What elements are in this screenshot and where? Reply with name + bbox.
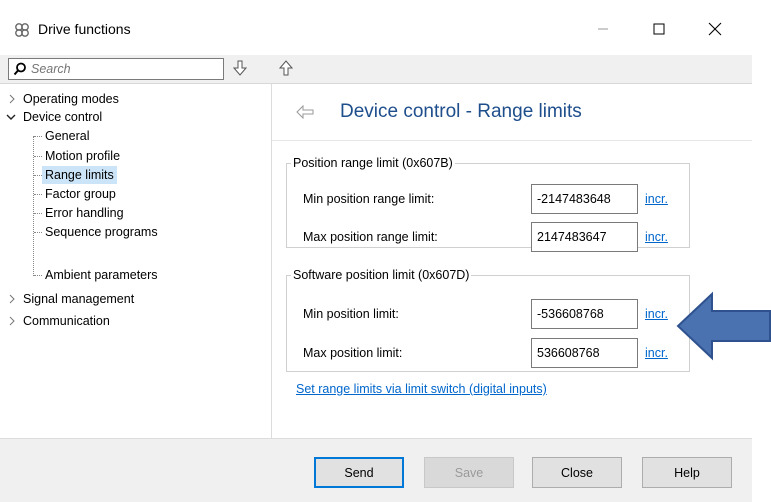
tree-item-label: Range limits — [42, 166, 117, 184]
close-button[interactable]: Close — [532, 457, 622, 488]
navigate-down-button[interactable] — [230, 59, 250, 79]
limit-switch-link[interactable]: Set range limits via limit switch (digit… — [296, 382, 547, 396]
tree-item-label: General — [45, 129, 90, 143]
tree-connector-line — [33, 136, 34, 276]
tree-item-label: Error handling — [45, 206, 124, 220]
min-position-limit-label: Min position limit: — [303, 307, 399, 321]
chevron-down-icon — [6, 108, 16, 131]
tree-item-label: Device control — [23, 110, 103, 124]
search-icon — [13, 62, 27, 79]
back-arrow-icon[interactable] — [296, 104, 314, 122]
page-title: Device control - Range limits — [340, 101, 582, 122]
arrow-down-icon — [232, 60, 248, 79]
chevron-right-icon — [8, 312, 18, 335]
position-range-limit-group: Position range limit (0x607B) Min positi… — [286, 156, 690, 252]
tree-connector — [34, 136, 42, 137]
maximize-icon — [653, 23, 665, 38]
drive-functions-window: Drive functions Search Operating modes D… — [0, 0, 752, 502]
help-button[interactable]: Help — [642, 457, 732, 488]
tree-connector — [34, 175, 42, 176]
arrow-up-icon — [278, 59, 294, 79]
min-position-limit-unit-link[interactable]: incr. — [645, 307, 668, 321]
tree-item-label: Signal management — [23, 292, 135, 306]
minimize-button[interactable] — [580, 14, 626, 46]
tree-item-label: Motion profile — [45, 149, 121, 163]
search-field[interactable] — [8, 58, 224, 80]
minimize-icon — [597, 23, 609, 38]
page-header: Device control - Range limits — [272, 84, 752, 141]
max-position-range-unit-link[interactable]: incr. — [645, 230, 668, 244]
search-input[interactable] — [31, 61, 219, 77]
group-legend: Position range limit (0x607B) — [293, 156, 453, 170]
min-position-range-unit-link[interactable]: incr. — [645, 192, 668, 206]
maximize-button[interactable] — [636, 14, 682, 46]
content-pane: Device control - Range limits Position r… — [272, 84, 752, 438]
max-position-limit-input[interactable] — [531, 338, 638, 368]
min-position-limit-input[interactable] — [531, 299, 638, 329]
tree-item-label: Ambient parameters — [45, 268, 158, 282]
dialog-footer: Send Save Close Help — [0, 438, 752, 502]
tree-connector — [34, 194, 42, 195]
annotation-arrow-icon — [676, 291, 771, 361]
close-window-button[interactable] — [692, 14, 738, 46]
send-button[interactable]: Send — [314, 457, 404, 488]
software-position-limit-group: Software position limit (0x607D) Min pos… — [286, 268, 690, 372]
group-legend: Software position limit (0x607D) — [293, 268, 470, 282]
min-position-range-input[interactable] — [531, 184, 638, 214]
tree-connector — [34, 232, 42, 233]
tree-connector — [34, 275, 42, 276]
chevron-right-icon — [8, 290, 18, 313]
tree-connector — [34, 213, 42, 214]
max-position-limit-unit-link[interactable]: incr. — [645, 346, 668, 360]
search-toolbar — [0, 55, 752, 84]
max-position-range-input[interactable] — [531, 222, 638, 252]
tree-item-label: Sequence programs — [45, 225, 158, 239]
tree-item-label: Operating modes — [23, 92, 119, 106]
window-title: Drive functions — [38, 21, 131, 37]
tree-item-label: Factor group — [45, 187, 116, 201]
close-icon — [708, 22, 722, 39]
save-button[interactable]: Save — [424, 457, 514, 488]
max-position-limit-label: Max position limit: — [303, 346, 403, 360]
min-position-range-label: Min position range limit: — [303, 192, 435, 206]
navigate-up-button[interactable] — [276, 59, 296, 79]
title-bar: Drive functions — [0, 0, 752, 60]
gear-cluster-icon — [14, 22, 30, 38]
navigation-tree: Operating modes Device control General M… — [0, 84, 272, 438]
max-position-range-label: Max position range limit: — [303, 230, 438, 244]
tree-item-label: Communication — [23, 314, 110, 328]
tree-connector — [34, 156, 42, 157]
